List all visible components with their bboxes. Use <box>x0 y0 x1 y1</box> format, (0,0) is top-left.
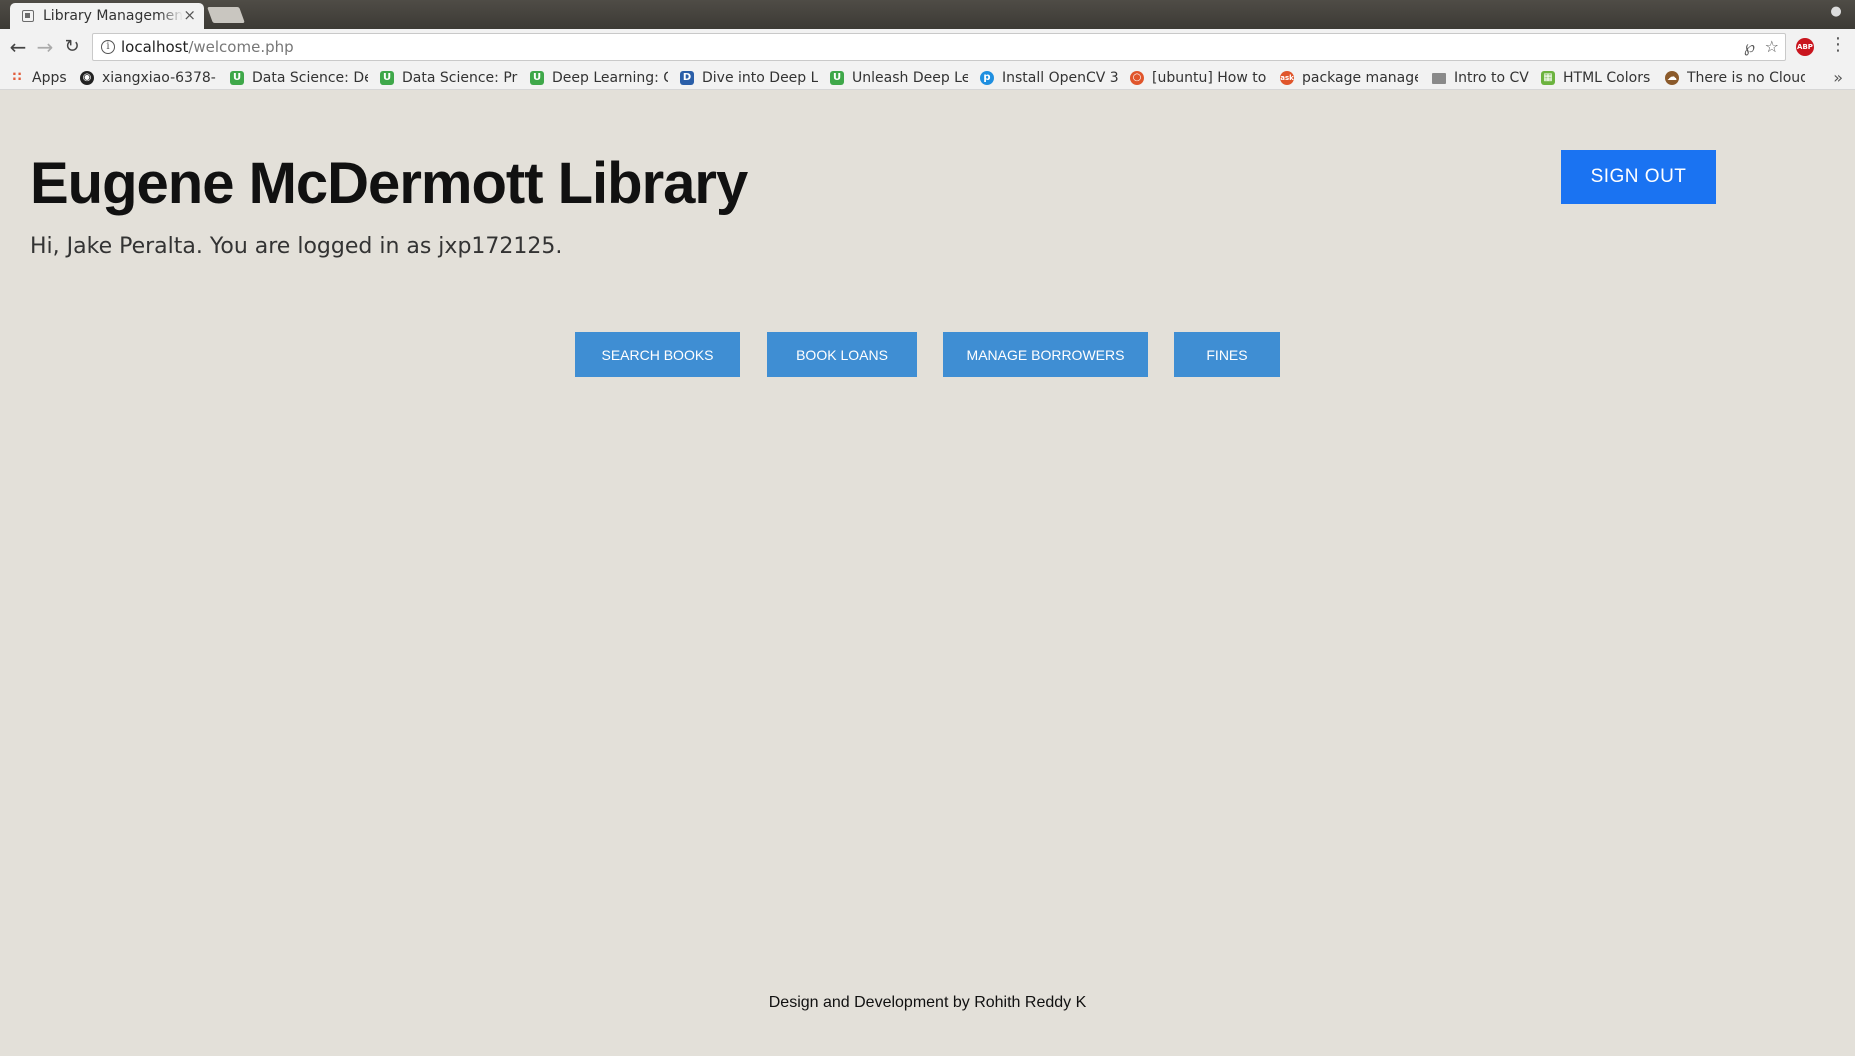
bookmarks-bar: ∷ Apps ◉ xiangxiao-6378-github U Data Sc… <box>0 65 1855 90</box>
bookmark-github[interactable]: ◉ xiangxiao-6378-github <box>80 68 216 88</box>
reload-icon[interactable]: ↻ <box>60 35 84 59</box>
bookmark-data-science-practical[interactable]: U Data Science: Practical <box>380 68 518 88</box>
bookmark-star-icon[interactable]: ☆ <box>1765 37 1779 56</box>
bookmark-install-opencv[interactable]: p Install OpenCV 3 <box>980 68 1118 88</box>
bookmark-apps[interactable]: ∷ Apps <box>10 68 72 88</box>
new-tab-button[interactable] <box>207 7 245 23</box>
address-bar[interactable]: i localhost/welcome.php ℘ ☆ <box>92 33 1786 61</box>
browser-menu-icon[interactable]: ⋮ <box>1829 34 1847 55</box>
fines-button[interactable]: FINES <box>1174 332 1280 377</box>
udacity-icon: U <box>380 71 394 85</box>
bookmark-dive-into-deep[interactable]: D Dive into Deep Learning <box>680 68 818 88</box>
bookmark-label: Install OpenCV 3 <box>1002 70 1118 86</box>
browser-tab[interactable]: Library Management × <box>10 3 204 29</box>
bookmark-ubuntu-how-to[interactable]: ○ [ubuntu] How to <box>1130 68 1268 88</box>
bookmark-unleash-deep[interactable]: U Unleash Deep Learning <box>830 68 968 88</box>
bookmark-label: Unleash Deep Learning <box>852 70 968 86</box>
bookmark-label: Data Science: Practical <box>402 70 518 86</box>
info-icon[interactable]: i <box>101 40 115 54</box>
tab-close-icon[interactable]: × <box>183 6 196 24</box>
udacity-icon: U <box>530 71 544 85</box>
key-icon[interactable]: ℘ <box>1744 37 1755 56</box>
bookmark-deep-learning[interactable]: U Deep Learning: C <box>530 68 668 88</box>
udacity-icon: U <box>830 71 844 85</box>
sign-out-button[interactable]: SIGN OUT <box>1561 150 1716 204</box>
apps-grid-icon: ∷ <box>12 70 22 85</box>
footer-credit: Design and Development by Rohith Reddy K <box>768 994 1087 1011</box>
bookmarks-overflow-icon[interactable]: » <box>1833 68 1843 87</box>
manage-borrowers-button[interactable]: MANAGE BORROWERS <box>943 332 1148 377</box>
tab-title: Library Management <box>43 8 183 24</box>
bookmark-intro-to-cv[interactable]: Intro to CV <box>1432 68 1532 88</box>
bookmark-label: Deep Learning: C <box>552 70 668 86</box>
forward-arrow-icon[interactable]: → <box>33 35 57 59</box>
bookmark-label: Dive into Deep Learning <box>702 70 818 86</box>
bookmark-label: HTML Colors <box>1563 70 1651 86</box>
bookmark-label: Apps <box>32 70 67 86</box>
back-arrow-icon[interactable]: ← <box>6 35 30 59</box>
adblock-icon[interactable]: ABP <box>1796 38 1814 56</box>
github-icon: ◉ <box>80 71 94 85</box>
bookmark-package-manager[interactable]: ask package manager <box>1280 68 1418 88</box>
search-books-button[interactable]: SEARCH BOOKS <box>575 332 740 377</box>
bookmark-label: xiangxiao-6378-github <box>102 70 216 86</box>
bookmark-label: [ubuntu] How to <box>1152 70 1267 86</box>
udacity-icon: U <box>230 71 244 85</box>
htmlcolors-icon: ▦ <box>1541 71 1555 85</box>
greeting-text: Hi, Jake Peralta. You are logged in as j… <box>30 234 563 259</box>
url-text[interactable]: localhost/welcome.php <box>121 38 294 56</box>
cloud-icon: ☁ <box>1665 71 1679 85</box>
book-loans-button[interactable]: BOOK LOANS <box>767 332 917 377</box>
url-path: /welcome.php <box>188 38 294 56</box>
book-icon: D <box>680 71 694 85</box>
ubuntu-icon: ○ <box>1130 71 1144 85</box>
pyimagesearch-icon: p <box>980 71 994 85</box>
bookmark-label: Data Science: Deep <box>252 70 368 86</box>
askubuntu-icon: ask <box>1280 71 1294 85</box>
profile-icon[interactable]: ● <box>1827 4 1845 22</box>
page-favicon-icon <box>22 10 34 22</box>
browser-toolbar: ← → ↻ i localhost/welcome.php ℘ ☆ ABP ⋮ <box>0 29 1855 65</box>
bookmark-label: package manager <box>1302 70 1418 86</box>
bookmark-html-colors[interactable]: ▦ HTML Colors <box>1541 68 1653 88</box>
page-title: Eugene McDermott Library <box>30 151 748 216</box>
bookmark-label: There is no Cloud <box>1687 70 1805 86</box>
bookmark-there-is-no-cloud[interactable]: ☁ There is no Cloud <box>1665 68 1805 88</box>
url-host: localhost <box>121 38 189 56</box>
bookmark-data-science-deep[interactable]: U Data Science: Deep <box>230 68 368 88</box>
folder-icon <box>1432 72 1446 84</box>
bookmark-label: Intro to CV <box>1454 70 1529 86</box>
browser-tabstrip: Library Management × ● <box>0 0 1855 29</box>
